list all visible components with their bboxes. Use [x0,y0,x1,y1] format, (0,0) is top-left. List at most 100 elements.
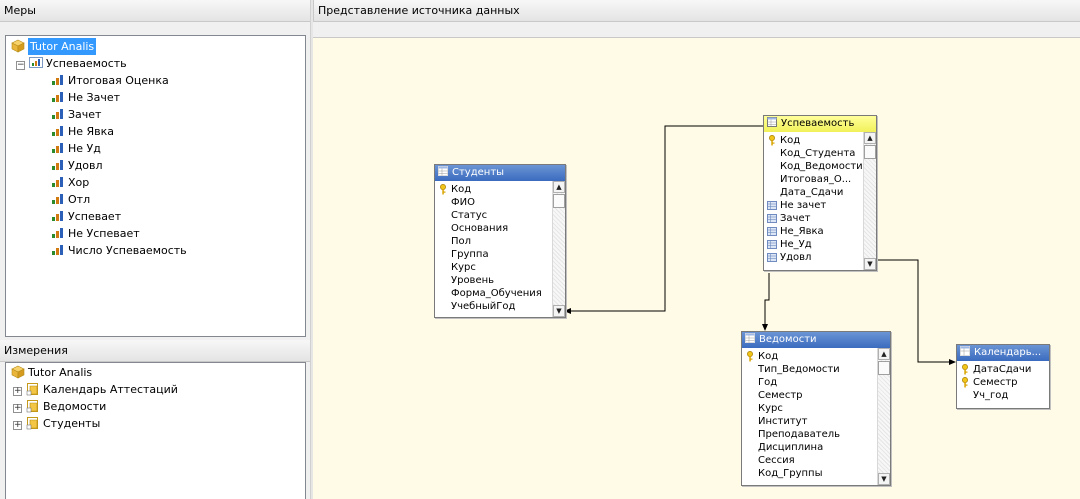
table-icon [960,346,970,356]
key-icon [769,135,775,146]
table-column[interactable]: ДатаСдачи [957,363,1049,376]
table-column[interactable]: Пол [435,235,565,248]
table-column[interactable]: Преподаватель [742,428,890,441]
table-column[interactable]: ФИО [435,196,565,209]
measure-item[interactable]: Не Зачет [6,89,305,106]
table-calendar-title[interactable]: Календарь... [957,345,1049,361]
measure-bars-icon [52,109,63,119]
column-name: Код [780,135,801,146]
table-column[interactable]: Не_Явка [764,225,876,238]
dimension-item[interactable]: + Студенты [6,415,305,432]
column-name: Код_Студента [780,148,856,159]
column-name: Преподаватель [758,429,841,440]
table-students[interactable]: Студенты ▲ ▼ Код ФИО Статус Основания Пол Гру… [434,164,566,318]
measures-header: Меры [0,0,310,22]
column-name: Группа [451,249,489,260]
table-column[interactable]: Основания [435,222,565,235]
relationship-lines [564,125,956,365]
column-name: ДатаСдачи [973,364,1032,375]
table-column[interactable]: Уровень [435,274,565,287]
table-students-name: Студенты [452,167,505,178]
column-name: Курс [758,403,783,414]
table-column[interactable]: Курс [435,261,565,274]
relationship-statements[interactable] [764,273,770,330]
table-column[interactable]: УчебныйГод [435,300,565,313]
table-column[interactable]: Зачет [764,212,876,225]
column-name: Не_Явка [780,226,824,237]
table-progress-title[interactable]: Успеваемость [764,116,876,132]
expand-icon[interactable]: + [13,421,22,430]
table-column[interactable]: Семестр [742,389,890,402]
table-statements[interactable]: Ведомости ▲ ▼ Код Тип_Ведомости Год Семестр… [741,331,891,486]
table-column[interactable]: Тип_Ведомости [742,363,890,376]
table-column[interactable]: Статус [435,209,565,222]
column-name: Сессия [758,455,795,466]
measure-label: Не Явка [68,125,115,138]
measure-item[interactable]: Успевает [6,208,305,225]
measure-item[interactable]: Зачет [6,106,305,123]
column-name: Код [451,184,472,195]
measure-item[interactable]: Не Явка [6,123,305,140]
column-name: ФИО [451,197,475,208]
table-column[interactable]: Код [742,350,890,363]
measure-item[interactable]: Итоговая Оценка [6,72,305,89]
table-column[interactable]: Курс [742,402,890,415]
table-column[interactable]: Код [764,134,876,147]
measures-root[interactable]: Tutor Analis [6,38,305,55]
table-column[interactable]: Итоговая_О... [764,173,876,186]
table-column[interactable]: Удовл [764,251,876,264]
measure-item[interactable]: Отл [6,191,305,208]
column-name: Код_Группы [758,468,823,479]
table-icon [767,117,777,127]
measure-label: Не Уд [68,142,101,155]
table-column[interactable]: Институт [742,415,890,428]
relationship-students[interactable] [564,125,764,312]
dimension-label: Календарь Аттестаций [43,383,178,396]
table-students-title[interactable]: Студенты [435,165,565,181]
calculated-column-icon [767,201,777,210]
measures-tree[interactable]: Tutor Analis − Успеваемость Итоговая Оцен… [5,35,306,337]
column-name: Институт [758,416,808,427]
measure-item[interactable]: Число Успеваемость [6,242,305,259]
measure-item[interactable]: Не Уд [6,140,305,157]
table-column[interactable]: Год [742,376,890,389]
dsv-canvas[interactable]: Студенты ▲ ▼ Код ФИО Статус Основания Пол Гру… [313,37,1080,499]
table-statements-name: Ведомости [759,334,817,345]
dimensions-root[interactable]: Tutor Analis [6,364,305,381]
table-column[interactable]: Сессия [742,454,890,467]
dimension-label: Студенты [43,417,101,430]
collapse-icon[interactable]: − [16,61,25,70]
table-progress[interactable]: Успеваемость ▲ ▼ Код Код_Студента Код_Ведо… [763,115,877,271]
dimension-item[interactable]: + Календарь Аттестаций [6,381,305,398]
table-column[interactable]: Не_Уд [764,238,876,251]
table-column[interactable]: Код [435,183,565,196]
measure-item[interactable]: Удовл [6,157,305,174]
key-icon [962,377,968,388]
table-column[interactable]: Дисциплина [742,441,890,454]
table-column[interactable]: Форма_Обучения [435,287,565,300]
calculated-column-icon [767,227,777,236]
table-calendar[interactable]: Календарь... ДатаСдачи Семестр Уч_год [956,344,1050,409]
table-column[interactable]: Семестр [957,376,1049,389]
measure-bars-icon [52,194,63,204]
column-name: Итоговая_О... [780,174,852,185]
table-column[interactable]: Дата_Сдачи [764,186,876,199]
dimensions-tree[interactable]: Tutor Analis + Календарь Аттестаций + Ведом… [5,362,306,499]
measure-item[interactable]: Хор [6,174,305,191]
table-column[interactable]: Не зачет [764,199,876,212]
table-statements-title[interactable]: Ведомости [742,332,890,348]
table-column[interactable]: Группа [435,248,565,261]
column-name: Удовл [780,252,812,263]
calculated-column-icon [767,240,777,249]
measure-item[interactable]: Не Успевает [6,225,305,242]
measure-group-row[interactable]: − Успеваемость [6,55,305,72]
arrow-head [762,324,768,331]
expand-icon[interactable]: + [13,387,22,396]
table-column[interactable]: Код_Группы [742,467,890,480]
dimension-item[interactable]: + Ведомости [6,398,305,415]
table-column[interactable]: Уч_год [957,389,1049,402]
calculated-column-icon [767,214,777,223]
expand-icon[interactable]: + [13,404,22,413]
table-column[interactable]: Код_Студента [764,147,876,160]
table-column[interactable]: Код_Ведомости [764,160,876,173]
